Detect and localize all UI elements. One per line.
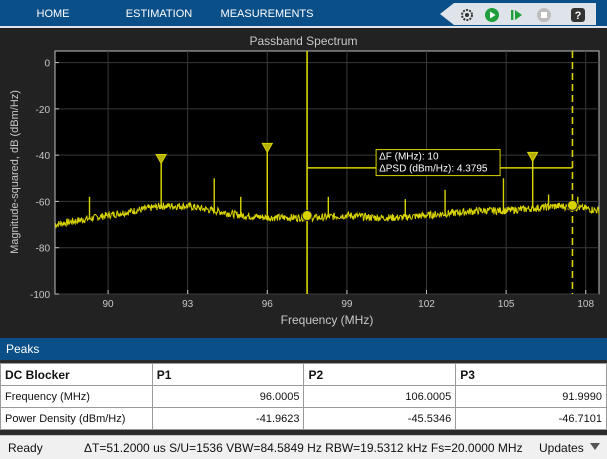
header-p1: P1 [151, 363, 305, 386]
y-tick-label: -20 [36, 105, 51, 116]
table-cell: -46.7101 [455, 407, 607, 430]
y-tick-label: -100 [30, 290, 50, 301]
header-p3: P3 [455, 363, 607, 386]
axes-background [54, 50, 600, 295]
table-cell: 96.0005 [151, 385, 305, 408]
status-ready: Ready [8, 441, 43, 455]
delta-readout: ΔF (MHz): 10 ΔPSD (dBm/Hz): 4.3795 [375, 149, 501, 177]
table-cell: 106.0005 [303, 385, 457, 408]
row-label: Power Density (dBm/Hz) [0, 407, 153, 430]
x-tick-label: 105 [498, 299, 515, 310]
table-cell: -41.9623 [151, 407, 305, 430]
chevron-down-icon[interactable] [590, 443, 600, 450]
table-header-row: DC Blocker P1 P2 P3 [0, 363, 607, 386]
delta-psd-label: ΔPSD (dBm/Hz): 4.3795 [379, 164, 488, 175]
peaks-panel-title: Peaks [0, 338, 607, 360]
tab-estimation[interactable]: ESTIMATION [116, 0, 202, 28]
row-label: Frequency (MHz) [0, 385, 153, 408]
x-tick-label: 90 [103, 299, 115, 310]
step-forward-icon[interactable] [508, 6, 526, 24]
x-tick-label: 99 [341, 299, 353, 310]
tab-measurements[interactable]: MEASUREMENTS [212, 0, 322, 28]
stop-icon[interactable] [535, 6, 553, 24]
y-tick-label: 0 [44, 59, 50, 70]
x-tick-label: 102 [418, 299, 435, 310]
x-tick-label: 96 [262, 299, 274, 310]
help-icon[interactable]: ? [569, 6, 587, 24]
y-tick-label: -60 [36, 197, 51, 208]
quick-access-toolbar: ? [440, 3, 596, 25]
delta-f-label: ΔF (MHz): 10 [379, 152, 439, 163]
header-dc-blocker: DC Blocker [0, 363, 153, 386]
status-info: ΔT=51.2000 us S/U=1536 VBW=84.5849 Hz RB… [84, 441, 523, 455]
status-bar: Ready ΔT=51.2000 us S/U=1536 VBW=84.5849… [0, 435, 607, 459]
svg-text:?: ? [575, 10, 582, 22]
table-cell: -45.5346 [303, 407, 457, 430]
run-icon[interactable] [483, 6, 501, 24]
cursor-1-point [301, 210, 313, 222]
x-tick-label: 108 [577, 299, 594, 310]
table-row: Frequency (MHz) 96.0005 106.0005 91.9990 [0, 385, 607, 408]
peaks-table: DC Blocker P1 P2 P3 Frequency (MHz) 96.0… [0, 363, 607, 430]
table-cell: 91.9990 [455, 385, 607, 408]
header-p2: P2 [303, 363, 457, 386]
toolstrip: HOME ESTIMATION MEASUREMENTS ? [0, 0, 607, 28]
status-updates[interactable]: Updates [539, 441, 584, 455]
spectrum-plot[interactable]: 90 93 96 99 102 105 108 0 -20 -40 -60 -80 -100 ΔF (M… [0, 28, 607, 338]
y-tick-label: -80 [36, 244, 51, 255]
cursor-2-point [566, 199, 578, 211]
tab-home[interactable]: HOME [24, 0, 82, 28]
y-tick-label: -40 [36, 151, 51, 162]
table-row: Power Density (dBm/Hz) -41.9623 -45.5346… [0, 407, 607, 430]
settings-icon[interactable] [458, 6, 476, 24]
x-tick-label: 93 [182, 299, 194, 310]
